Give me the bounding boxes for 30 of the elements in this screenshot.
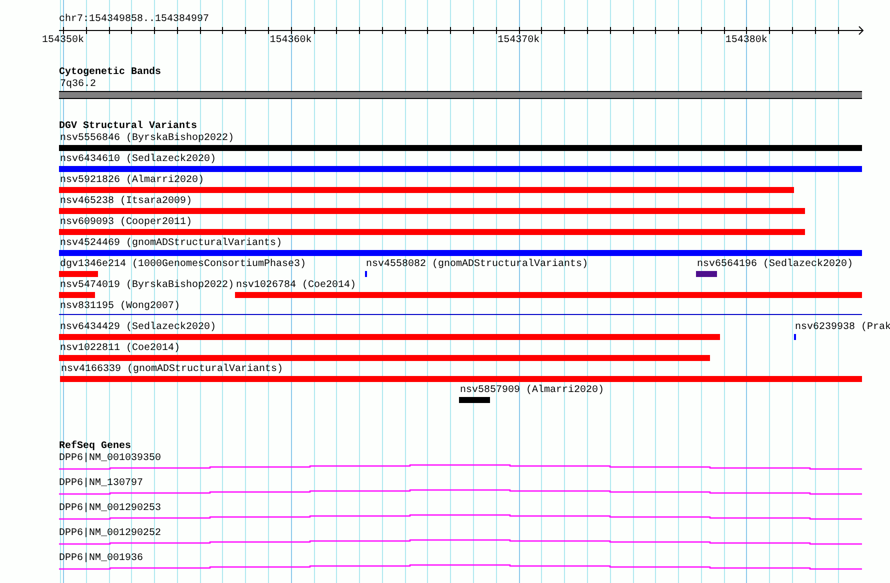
variant-label: nsv609093 (Cooper2011) <box>59 217 192 229</box>
variant-label: nsv5857909 (Almarri2020) <box>459 385 604 397</box>
variant-label: nsv5556846 (ByrskaBishop2022) <box>59 133 234 145</box>
band-label: 7q36.2 <box>59 79 96 91</box>
variant-label: nsv6434610 (Sedlazeck2020) <box>59 154 216 166</box>
variant-label: nsv4558082 (gnomADStructuralVariants) <box>365 259 588 271</box>
variant-label: dgv1346e214 (1000GenomesConsortiumPhase3) <box>59 259 306 271</box>
track-title: DGV Structural Variants <box>59 121 198 132</box>
tick-label: 154380k <box>725 35 768 47</box>
gene-label: DPP6|NM_001290252 <box>59 528 162 540</box>
variant-label: nsv1022811 (Coe2014) <box>59 343 180 355</box>
track-title: RefSeq Genes <box>59 441 132 452</box>
variant-label: nsv5921826 (Almarri2020) <box>59 175 204 187</box>
variant-label: nsv6564196 (Sedlazeck2020) <box>696 259 854 271</box>
gene-label: DPP6|NM_001936 <box>59 553 144 565</box>
track-title: Cytogenetic Bands <box>59 67 162 79</box>
variant-label: nsv831195 (Wong2007) <box>59 301 180 313</box>
variant-label: nsv6434429 (Sedlazeck2020) <box>59 322 216 334</box>
gene-label: DPP6|NM_001039350 <box>59 453 162 465</box>
tick-label: 154370k <box>498 35 540 47</box>
location-label: chr7:154349858..154384997 <box>59 14 210 26</box>
tick-label: 154360k <box>270 35 312 47</box>
tick-label: 154350k <box>42 35 84 47</box>
gene-label: DPP6|NM_130797 <box>59 478 144 490</box>
variant-label: nsv4524469 (gnomADStructuralVariants) <box>59 238 282 250</box>
variant-label: nsv5474019 (ByrskaBishop2022) <box>59 280 234 292</box>
variant-label: nsv1026784 (Coe2014) <box>235 280 356 292</box>
variant-label: nsv465238 (Itsara2009) <box>59 196 192 208</box>
variant-label: nsv4166339 (gnomADStructuralVariants) <box>60 364 284 376</box>
gene-label: DPP6|NM_001290253 <box>59 503 162 515</box>
